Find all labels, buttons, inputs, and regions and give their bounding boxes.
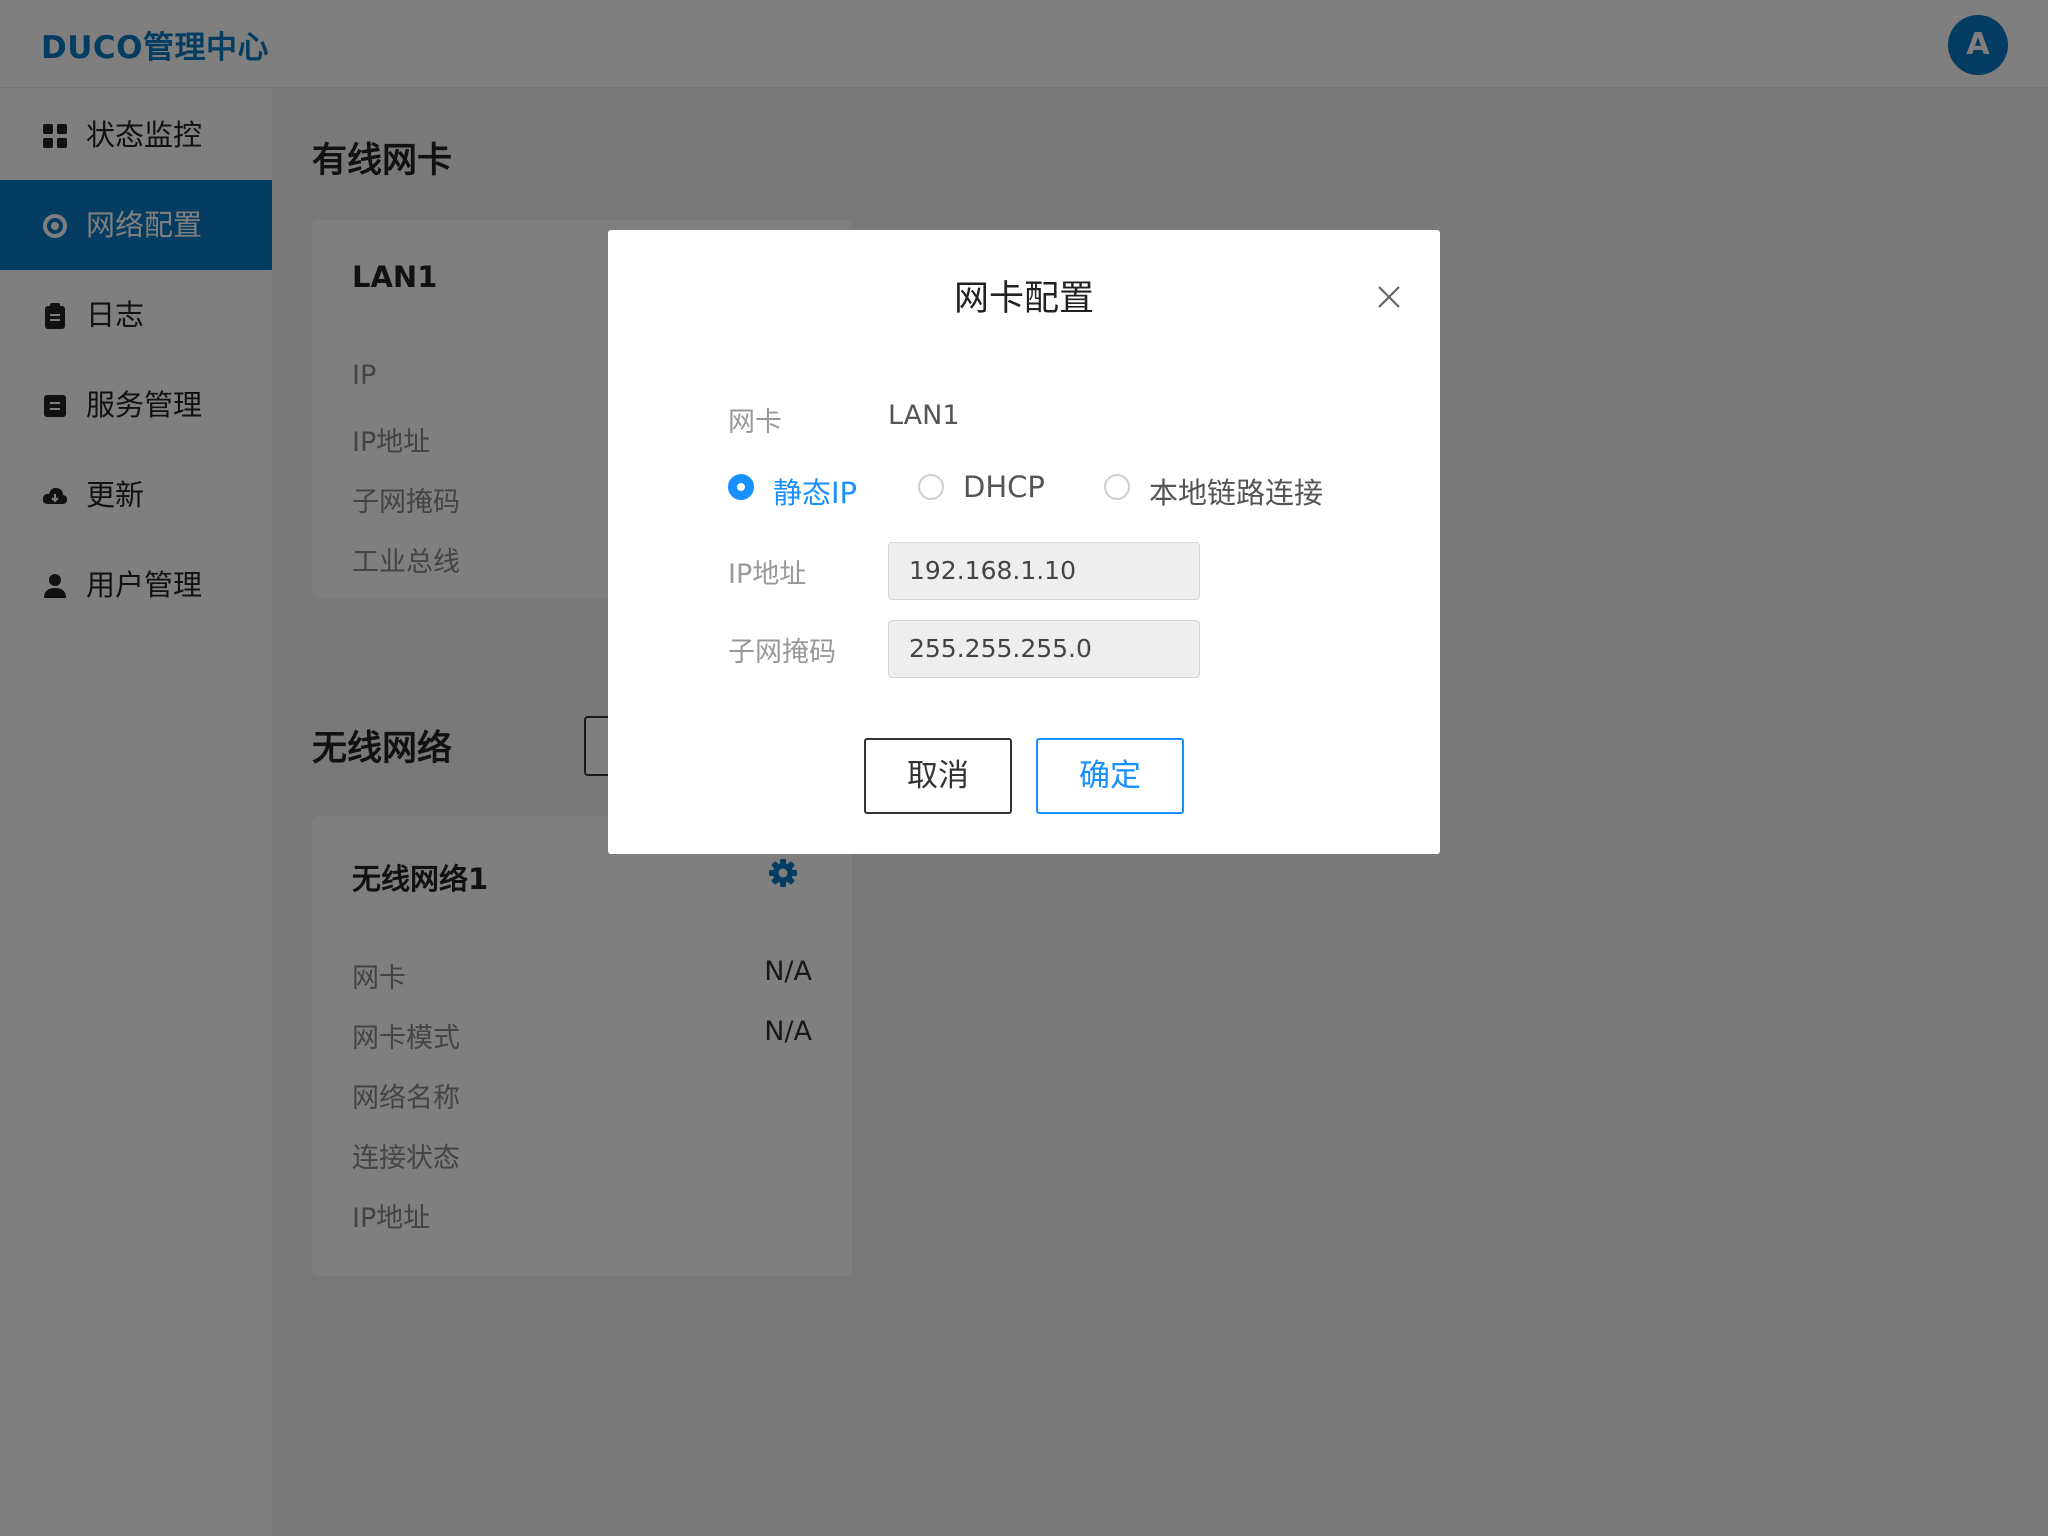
dialog-title: 网卡配置 [953,279,1094,319]
nic-value: LAN1 [888,400,960,431]
radio-dhcp[interactable]: DHCP [918,470,1058,506]
confirm-button[interactable]: 确定 [1036,738,1184,814]
ip-address-label: IP地址 [728,559,807,590]
radio-link-local[interactable]: 本地链路连接 [1104,470,1324,510]
nic-config-dialog: 网卡配置 网卡 LAN1 静态IP DHCP 本地链路连接 IP地址 192.1… [608,230,1440,854]
radio-static-ip[interactable]: 静态IP [728,470,868,510]
radio-checked-indicator [728,474,754,500]
radio-label: DHCP [963,470,1045,504]
radio-label: 本地链路连接 [1149,476,1324,510]
radio-label: 静态IP [773,476,858,510]
nic-label: 网卡 [728,407,782,438]
subnet-mask-label: 子网掩码 [728,637,836,668]
subnet-mask-input[interactable]: 255.255.255.0 [888,620,1200,678]
radio-indicator [918,474,944,500]
ip-address-input[interactable]: 192.168.1.10 [888,542,1200,600]
cancel-button[interactable]: 取消 [864,738,1012,814]
radio-indicator [1104,474,1130,500]
close-icon[interactable] [1374,282,1404,312]
